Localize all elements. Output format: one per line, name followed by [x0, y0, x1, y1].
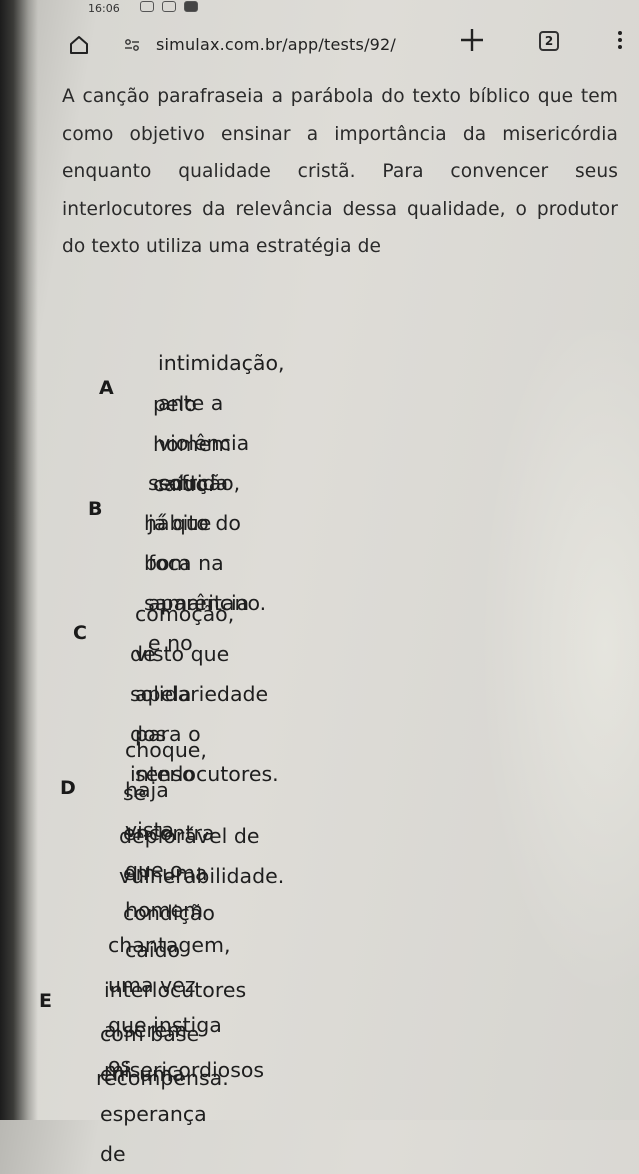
notification-icon: [140, 1, 154, 12]
option-line: recompensa.: [96, 1066, 229, 1090]
status-time: 16:06: [88, 2, 120, 15]
menu-dots-icon[interactable]: [614, 28, 626, 54]
status-bar: 16:06: [38, 0, 639, 18]
site-settings-icon[interactable]: [124, 38, 140, 56]
screen-glare: [469, 330, 639, 1030]
url-bar[interactable]: simulax.com.br/app/tests/92/: [156, 35, 456, 54]
option-letter: A: [99, 377, 114, 399]
plus-icon: [461, 29, 483, 51]
home-icon[interactable]: [68, 34, 90, 56]
question-text: A canção parafraseia a parábola do texto…: [62, 86, 618, 257]
notification-icon: [162, 1, 176, 12]
new-tab-button[interactable]: [452, 26, 492, 62]
tab-switcher-button[interactable]: 2: [539, 31, 559, 51]
option-letter: E: [39, 990, 52, 1012]
option-letter: B: [88, 498, 103, 520]
notification-icon: [184, 1, 198, 12]
screen-edge-shadow: [0, 0, 38, 1120]
browser-toolbar: simulax.com.br/app/tests/92/ 2: [38, 18, 639, 76]
option-letter: D: [60, 777, 76, 799]
option-line: deplorável de vulnerabilidade.: [119, 824, 285, 888]
option-letter: C: [73, 622, 87, 644]
